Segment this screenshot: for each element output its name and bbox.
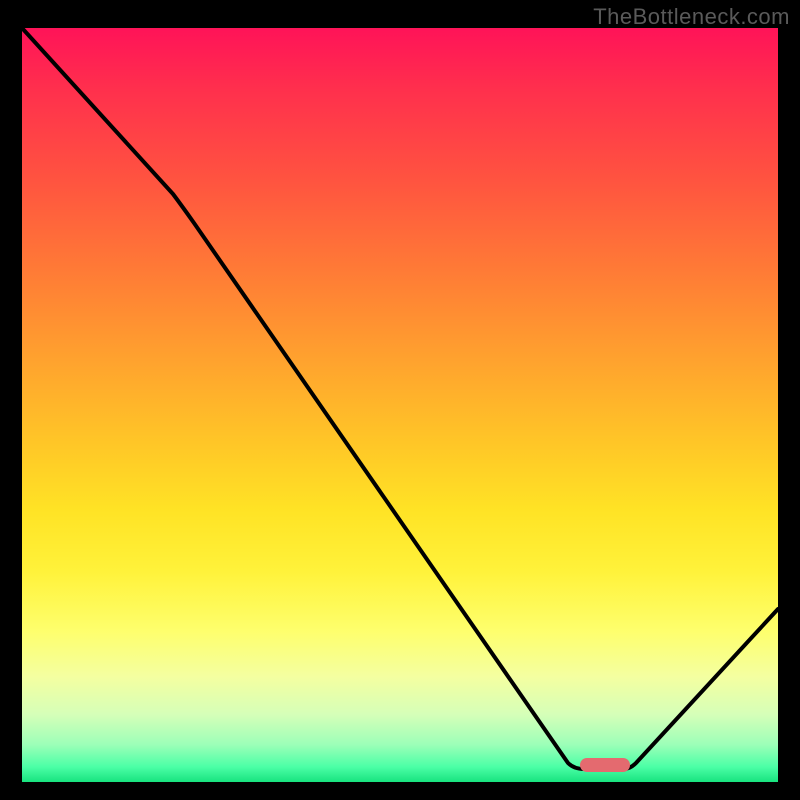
plot-area: [22, 28, 778, 782]
watermark-text: TheBottleneck.com: [593, 4, 790, 30]
curve-path: [22, 28, 778, 769]
chart-frame: TheBottleneck.com: [0, 0, 800, 800]
bottleneck-curve: [22, 28, 778, 782]
optimal-point-marker: [580, 758, 630, 772]
